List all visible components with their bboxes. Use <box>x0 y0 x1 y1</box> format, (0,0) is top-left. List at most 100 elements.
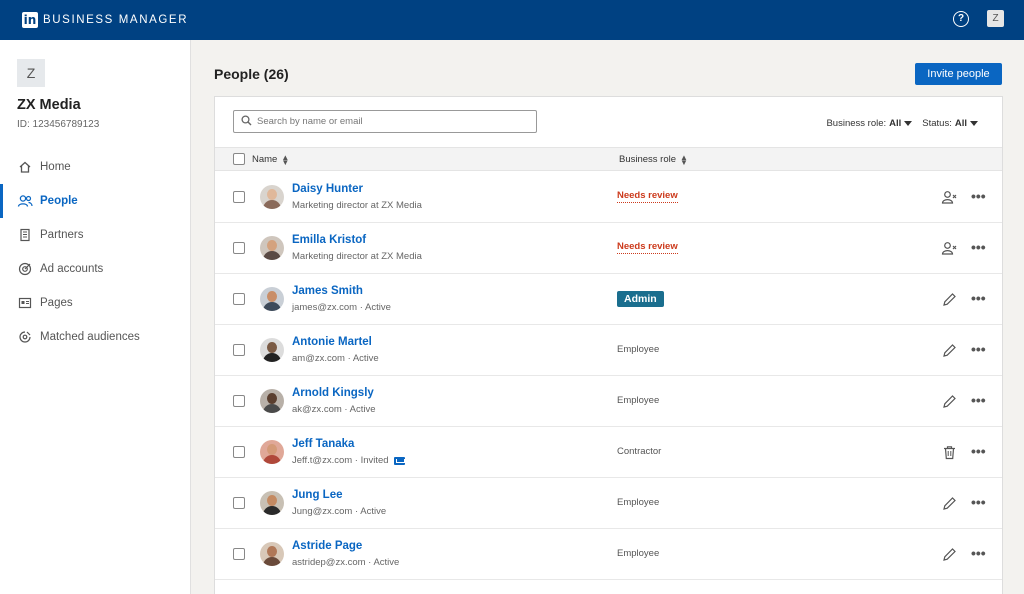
person-subtitle: ak@zx.com · Active <box>292 404 376 415</box>
column-name[interactable]: Name ▲ ▼ <box>252 152 290 167</box>
avatar <box>260 185 284 209</box>
business-role-badge[interactable]: Admin <box>617 291 664 307</box>
person-subtitle: Marketing director at ZX Media <box>292 251 422 262</box>
pencil-icon[interactable] <box>941 291 958 308</box>
sidebar-item-pages[interactable]: Pages <box>0 286 190 320</box>
table-row: James Smith james@zx.com · Active Admin … <box>215 274 1002 325</box>
row-checkbox[interactable] <box>233 344 245 356</box>
person-subtitle: astridep@zx.com · Active <box>292 557 400 568</box>
person-subtitle: Marketing director at ZX Media <box>292 200 422 211</box>
person-name[interactable]: Emilla Kristof <box>292 234 366 246</box>
sidebar-item-label: People <box>40 195 78 207</box>
row-checkbox[interactable] <box>233 548 245 560</box>
row-checkbox[interactable] <box>233 395 245 407</box>
home-icon <box>17 159 33 175</box>
table-row: Jung Lee Jung@zx.com · Active Employee •… <box>215 478 1002 529</box>
people-icon <box>17 193 33 209</box>
row-checkbox[interactable] <box>233 497 245 509</box>
person-subtitle: james@zx.com · Active <box>292 302 391 313</box>
person-subtitle: Jeff.t@zx.com · Invited <box>292 455 405 466</box>
more-options-icon[interactable]: ••• <box>971 545 986 561</box>
pencil-icon[interactable] <box>941 546 958 563</box>
business-role[interactable]: Employee <box>617 548 659 559</box>
pencil-icon[interactable] <box>941 342 958 359</box>
help-icon[interactable]: ? <box>953 10 969 27</box>
business-role[interactable]: Employee <box>617 497 659 508</box>
target-icon <box>17 261 33 277</box>
person-name[interactable]: Jung Lee <box>292 489 342 501</box>
business-role[interactable]: Contractor <box>617 446 661 457</box>
people-table-card: Business role: All Status: All Name ▲▼ B… <box>214 96 1003 594</box>
person-name[interactable]: Daisy Hunter <box>292 183 363 195</box>
more-options-icon[interactable]: ••• <box>971 392 986 408</box>
more-options-icon[interactable]: ••• <box>971 290 986 306</box>
table-row: Arnold Kingsly ak@zx.com · Active Employ… <box>215 376 1002 427</box>
more-options-icon[interactable]: ••• <box>971 443 986 459</box>
caret-down-icon <box>970 121 978 126</box>
app-title: BUSINESS MANAGER <box>43 14 189 26</box>
search-icon <box>241 113 252 131</box>
caret-down-icon <box>904 121 913 126</box>
pencil-icon[interactable] <box>941 393 958 410</box>
status-filter[interactable]: Status: All <box>922 118 978 129</box>
business-role[interactable]: Needs review <box>617 241 678 254</box>
mail-icon[interactable] <box>393 456 405 465</box>
sort-icon: ▲ ▼ <box>281 152 290 167</box>
top-bar: in BUSINESS MANAGER ? Z <box>0 0 1024 40</box>
avatar <box>260 440 284 464</box>
business-role[interactable]: Needs review <box>617 190 678 203</box>
more-options-icon[interactable]: ••• <box>971 494 986 510</box>
business-role-filter[interactable]: Business role: All <box>826 118 913 129</box>
invite-people-button[interactable]: Invite people <box>915 63 1002 85</box>
person-name[interactable]: James Smith <box>292 285 363 297</box>
sort-icon: ▲ ▼ <box>680 152 688 167</box>
sidebar-item-label: Matched audiences <box>40 331 140 343</box>
more-options-icon[interactable]: ••• <box>971 341 986 357</box>
audience-icon <box>17 329 33 345</box>
table-row: Jeff Tanaka Jeff.t@zx.com · Invited Cont… <box>215 427 1002 478</box>
avatar <box>260 236 284 260</box>
person-subtitle: am@zx.com · Active <box>292 353 379 364</box>
search-box[interactable] <box>233 110 537 133</box>
row-checkbox[interactable] <box>233 293 245 305</box>
sidebar-item-people[interactable]: People <box>0 184 190 218</box>
table-row: Emilla Kristof Marketing director at ZX … <box>215 223 1002 274</box>
row-checkbox[interactable] <box>233 191 245 203</box>
sidebar-nav: Home People Partners Ad accounts Pages M… <box>0 150 190 354</box>
trash-icon[interactable] <box>941 444 958 461</box>
select-all-checkbox[interactable] <box>233 153 245 165</box>
person-subtitle: Jung@zx.com · Active <box>292 506 387 517</box>
person-name[interactable]: Astride Page <box>292 540 362 552</box>
org-name: ZX Media <box>17 97 81 113</box>
filters: Business role: All Status: All <box>816 118 978 129</box>
pencil-icon[interactable] <box>941 495 958 512</box>
more-options-icon[interactable]: ••• <box>971 239 986 255</box>
building-icon <box>17 227 33 243</box>
column-business-role[interactable]: Business role ▲ ▼ <box>619 152 688 167</box>
account-avatar[interactable]: Z <box>987 10 1004 27</box>
sidebar-item-partners[interactable]: Partners <box>0 218 190 252</box>
row-checkbox[interactable] <box>233 446 245 458</box>
sidebar-item-label: Ad accounts <box>40 263 104 275</box>
org-avatar: Z <box>17 59 45 87</box>
row-checkbox[interactable] <box>233 242 245 254</box>
org-id: ID: 123456789123 <box>17 119 100 130</box>
person-name[interactable]: Antonie Martel <box>292 336 372 348</box>
avatar <box>260 287 284 311</box>
sidebar-item-matched-audiences[interactable]: Matched audiences <box>0 320 190 354</box>
avatar <box>260 542 284 566</box>
business-role[interactable]: Employee <box>617 344 659 355</box>
person-name[interactable]: Arnold Kingsly <box>292 387 374 399</box>
search-input[interactable] <box>257 116 527 127</box>
sidebar-item-ad-accounts[interactable]: Ad accounts <box>0 252 190 286</box>
avatar <box>260 491 284 515</box>
sidebar-item-home[interactable]: Home <box>0 150 190 184</box>
table-header: Name ▲ ▼ Business role ▲ ▼ <box>215 147 1002 171</box>
brand[interactable]: in BUSINESS MANAGER <box>22 12 188 28</box>
person-name[interactable]: Jeff Tanaka <box>292 438 354 450</box>
more-options-icon[interactable]: ••• <box>971 188 986 204</box>
avatar <box>260 338 284 362</box>
remove-user-icon[interactable] <box>941 240 958 257</box>
business-role[interactable]: Employee <box>617 395 659 406</box>
remove-user-icon[interactable] <box>941 189 958 206</box>
